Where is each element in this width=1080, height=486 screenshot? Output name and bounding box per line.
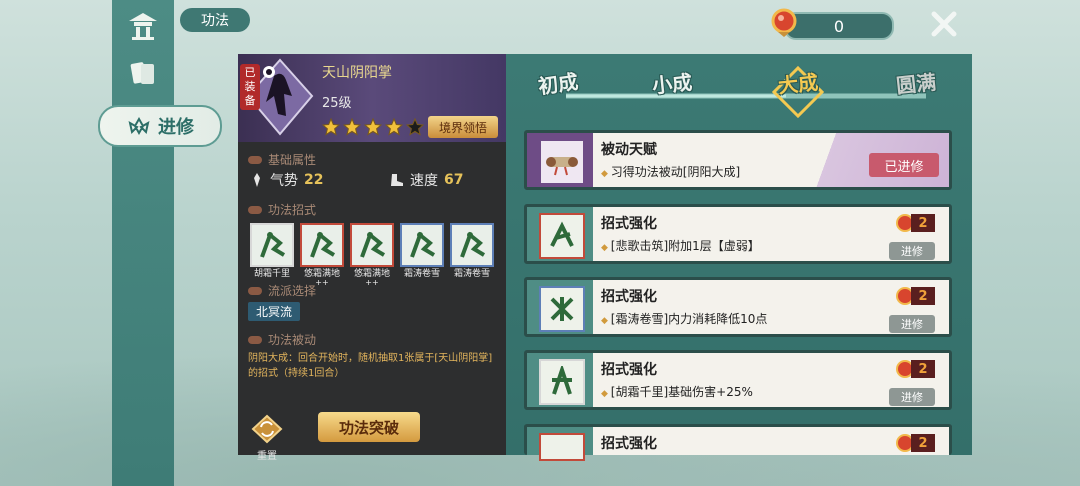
attr-label: 速度 — [410, 173, 438, 189]
cost-badge: 2 — [895, 433, 935, 453]
move-slot[interactable]: 悠霜满地 ++ — [350, 223, 394, 287]
attr-momentum: 气势 22 — [250, 170, 323, 190]
equipped-badge: 已装备 — [240, 64, 260, 110]
scroll-icon — [539, 139, 585, 185]
star-rating — [322, 118, 424, 136]
move-icon — [300, 223, 344, 267]
star-filled-icon — [364, 118, 382, 136]
reset-icon — [251, 414, 283, 444]
passive-description: 阴阳大成：回合开始时，随机抽取1张属于[天山阴阳掌]的招式（持续1回合） — [248, 353, 493, 379]
skill-level: 25级 — [322, 96, 352, 111]
lotus-icon — [128, 117, 150, 135]
cost-value: 2 — [911, 360, 935, 378]
skill-name: 天山阴阳掌 — [322, 65, 392, 81]
cost-badge: 2 — [895, 359, 935, 379]
move-enhance-card: 招式强化 [胡霜千里]基础伤害+25% 2 进修 — [524, 350, 952, 410]
page-title: 功法 — [180, 8, 250, 32]
move-enhance-card: 招式强化 [霜涛卷雪]内力消耗降低10点 2 进修 — [524, 277, 952, 337]
brush-icon — [254, 173, 260, 187]
star-filled-icon — [385, 118, 403, 136]
tab-advance-label: 进修 — [158, 117, 194, 138]
card-desc: 习得功法被动[阴阳大成] — [601, 163, 740, 180]
reset-button[interactable]: 重置 — [248, 414, 286, 462]
move-label: 胡霜千里 — [253, 269, 290, 279]
star-filled-icon — [343, 118, 361, 136]
star-empty-icon — [406, 118, 424, 136]
move-icon — [539, 359, 585, 405]
advance-panel: 初成 小成 大成 圆满 被动天赋 习得功法被动[阴阳大成] 已进修 招式强化 [… — [506, 54, 972, 461]
school-tag[interactable]: 北冥流 — [248, 302, 301, 321]
card-title: 招式强化 — [601, 289, 657, 305]
move-enhance-card: 招式强化 2 — [524, 424, 952, 461]
move-slot[interactable]: 霜涛卷雪 — [450, 223, 494, 287]
attr-label: 气势 — [270, 173, 298, 189]
section-label: 功法被动 — [268, 333, 317, 347]
close-icon[interactable] — [928, 8, 960, 40]
pavilion-icon[interactable] — [120, 6, 166, 46]
move-slot[interactable]: 胡霜千里 — [250, 223, 294, 287]
reset-label: 重置 — [257, 451, 277, 462]
boot-icon — [391, 174, 403, 186]
move-slot[interactable]: 霜涛卷雪 — [400, 223, 444, 287]
move-label: 霜涛卷雪 — [453, 269, 490, 279]
stage-track: 初成 小成 大成 圆满 — [526, 64, 956, 122]
section-moves: 功法招式 — [248, 201, 316, 218]
move-icon — [350, 223, 394, 267]
attr-speed: 速度 67 — [388, 170, 463, 190]
move-enhance-card: 招式强化 [悲歌击筑]附加1层【虚弱】 2 进修 — [524, 204, 952, 264]
move-icon — [400, 223, 444, 267]
section-school: 流派选择 — [248, 282, 316, 299]
tab-advance[interactable]: 进修 — [98, 105, 222, 147]
move-icon — [539, 433, 585, 461]
section-label: 流派选择 — [268, 284, 317, 298]
section-label: 基础属性 — [268, 153, 317, 167]
orb-coin-icon — [770, 8, 798, 38]
cost-badge: 2 — [895, 286, 935, 306]
section-base-attr: 基础属性 — [248, 151, 316, 168]
moves-list: 胡霜千里 悠霜满地 ++ 悠霜满地 ++ 霜涛卷雪 霜涛卷雪 — [250, 223, 494, 287]
move-icon — [450, 223, 494, 267]
advance-button[interactable]: 进修 — [889, 388, 935, 406]
section-passive: 功法被动 — [248, 331, 316, 348]
cost-badge: 2 — [895, 213, 935, 233]
stage-2[interactable]: 小成 — [651, 66, 694, 99]
stage-line — [566, 65, 926, 119]
stage-3[interactable]: 大成 — [777, 66, 820, 99]
attr-value: 67 — [444, 172, 464, 188]
cost-value: 2 — [911, 214, 935, 232]
passive-talent-card: 被动天赋 习得功法被动[阴阳大成] 已进修 — [524, 130, 952, 190]
stage-4[interactable]: 圆满 — [895, 66, 938, 99]
advance-button[interactable]: 进修 — [889, 315, 935, 333]
card-title: 招式强化 — [601, 362, 657, 378]
advance-button[interactable]: 进修 — [889, 242, 935, 260]
breakthrough-button[interactable]: 功法突破 — [318, 412, 420, 442]
section-label: 功法招式 — [268, 203, 317, 217]
skill-detail-panel: 已装备 天山阴阳掌 25级 境界领悟 基础属性 气势 22 速度 67 功法招式… — [238, 54, 506, 462]
stage-1[interactable]: 初成 — [536, 65, 580, 99]
cards-icon[interactable] — [120, 54, 166, 94]
cost-value: 2 — [911, 434, 935, 452]
star-filled-icon — [322, 118, 340, 136]
advanced-status-button[interactable]: 已进修 — [869, 153, 939, 177]
attr-value: 22 — [304, 172, 324, 188]
skill-header: 已装备 天山阴阳掌 25级 境界领悟 — [238, 54, 506, 142]
left-rail — [112, 0, 174, 486]
move-icon — [539, 286, 585, 332]
card-desc: [胡霜千里]基础伤害+25% — [601, 383, 753, 400]
move-icon — [250, 223, 294, 267]
card-title: 招式强化 — [601, 216, 657, 232]
cost-value: 2 — [911, 287, 935, 305]
card-desc: [悲歌击筑]附加1层【虚弱】 — [601, 237, 760, 254]
move-slot[interactable]: 悠霜满地 ++ — [300, 223, 344, 287]
move-label: 霜涛卷雪 — [403, 269, 440, 279]
card-title: 被动天赋 — [601, 142, 657, 158]
realm-comprehend-button[interactable]: 境界领悟 — [428, 116, 498, 138]
card-title: 招式强化 — [601, 436, 657, 452]
coin-counter: 0 — [784, 12, 894, 40]
move-icon — [539, 213, 585, 259]
card-desc: [霜涛卷雪]内力消耗降低10点 — [601, 310, 768, 327]
move-plus: ++ — [365, 278, 379, 287]
